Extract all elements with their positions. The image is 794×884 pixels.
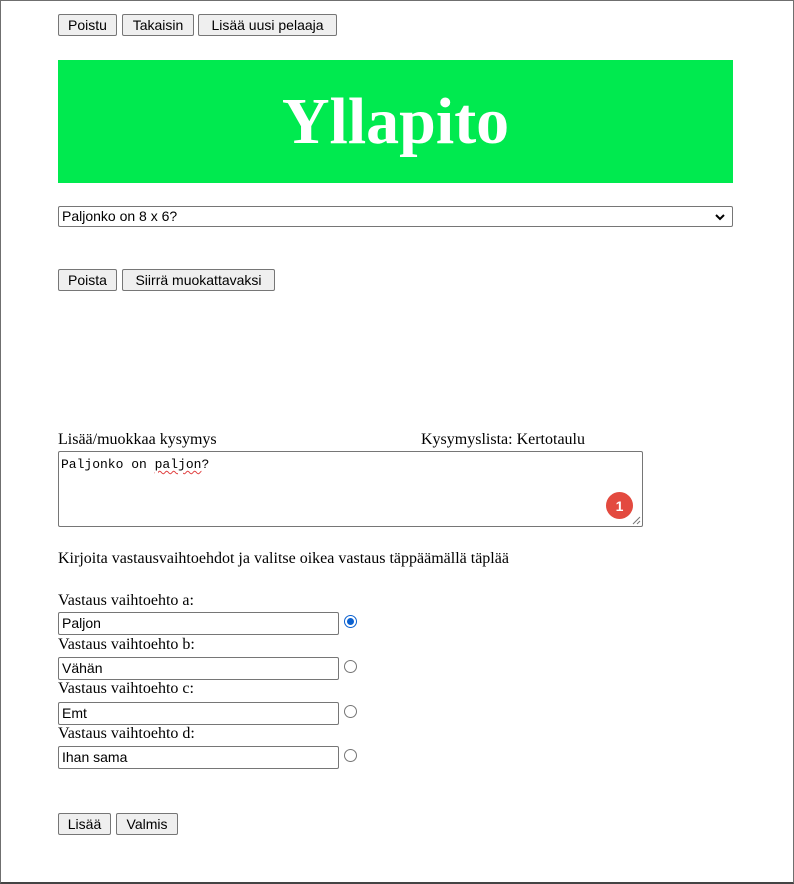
question-list-label: Kysymyslista: Kertotaulu [421, 431, 585, 448]
answer-c-radio[interactable] [344, 705, 357, 718]
move-to-edit-button[interactable]: Siirrä muokattavaksi [122, 269, 275, 291]
answer-c-label: Vastaus vaihtoehto c: [58, 680, 194, 697]
answer-a-input[interactable]: Paljon [58, 612, 339, 635]
add-button[interactable]: Lisää [58, 813, 111, 835]
done-button[interactable]: Valmis [116, 813, 178, 835]
back-button[interactable]: Takaisin [122, 14, 194, 36]
question-text-start: Paljonko on [61, 457, 155, 472]
exit-button[interactable]: Poistu [58, 14, 117, 36]
add-edit-question-label: Lisää/muokkaa kysymys [58, 431, 217, 448]
question-textarea[interactable]: Paljonko on paljon? [58, 451, 643, 527]
instructions-text: Kirjoita vastausvaihtoehdot ja valitse o… [58, 550, 509, 567]
answer-b-radio[interactable] [344, 660, 357, 673]
answer-a-label: Vastaus vaihtoehto a: [58, 592, 194, 609]
answer-d-radio[interactable] [344, 749, 357, 762]
answer-c-input[interactable]: Emt [58, 702, 339, 725]
question-select[interactable]: Paljonko on 8 x 6? [58, 206, 733, 227]
answer-d-input[interactable]: Ihan sama [58, 746, 339, 769]
answer-a-radio[interactable] [344, 615, 357, 628]
answer-b-input[interactable]: Vähän [58, 657, 339, 680]
notification-badge[interactable]: 1 [606, 492, 633, 519]
resize-grip-icon[interactable] [631, 515, 641, 525]
answer-d-label: Vastaus vaihtoehto d: [58, 725, 195, 742]
delete-question-button[interactable]: Poista [58, 269, 117, 291]
question-text-misspelled-word: paljon [154, 457, 202, 472]
answer-b-label: Vastaus vaihtoehto b: [58, 636, 195, 653]
question-select-value: Paljonko on 8 x 6? [62, 208, 178, 224]
chevron-down-icon [714, 208, 726, 223]
page-banner: Yllapito [58, 60, 733, 183]
add-player-button[interactable]: Lisää uusi pelaaja [198, 14, 337, 36]
page-title: Yllapito [281, 84, 510, 158]
question-text-end: ? [201, 457, 210, 472]
